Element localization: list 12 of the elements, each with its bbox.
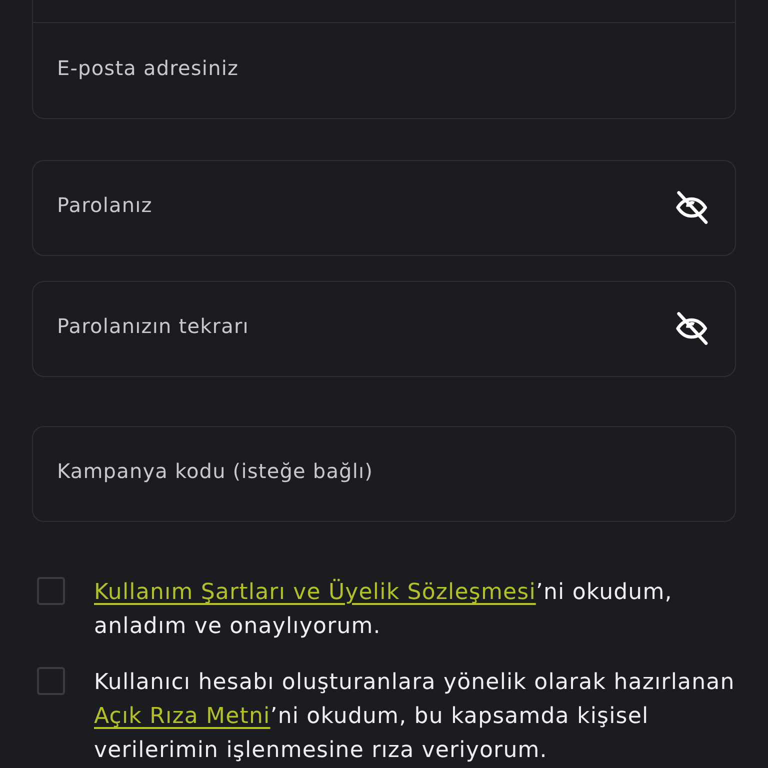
checkbox[interactable] [37, 577, 65, 605]
eye-slash-icon[interactable] [676, 191, 708, 224]
input-field[interactable]: Kampanya kodu (isteğe bağlı) [32, 426, 736, 522]
checkbox[interactable] [37, 667, 65, 695]
consent-link[interactable]: Açık Rıza Metni [94, 704, 270, 729]
password-field[interactable]: Parolanızın tekrarı [32, 281, 736, 377]
eye-slash-icon[interactable] [676, 312, 708, 345]
consent-link[interactable]: Kullanım Şartları ve Üyelik Sözleşmesi [94, 580, 536, 605]
input-field[interactable]: E-posta adresiniz [32, 23, 736, 119]
password-field[interactable]: Parolanız [32, 160, 736, 256]
consent-text: Kullanım Şartları ve Üyelik Sözleşmesi’ni okudum, anladım ve onaylıyorum. [94, 578, 674, 641]
consent-text: Kullanıcı hesabı oluşturanlara yönelik olarak hazırlanan Açık Rıza Metni’ni okudum, bu kapsamda kişisel verilerimin işlenmesine rıza veriyorum. [94, 669, 736, 765]
